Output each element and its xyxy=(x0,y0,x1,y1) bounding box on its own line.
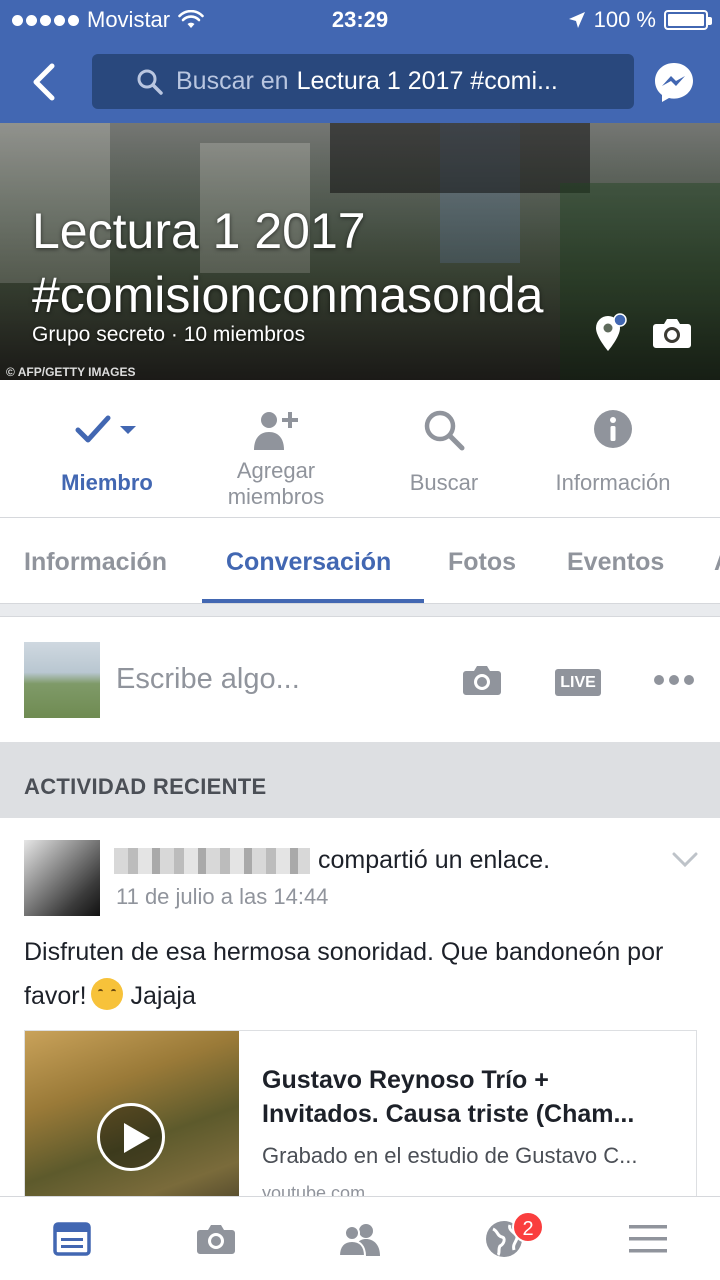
search-icon xyxy=(137,69,163,95)
play-icon[interactable] xyxy=(97,1103,165,1171)
notification-badge: 2 xyxy=(512,1211,544,1243)
photo-credit: © AFP/GETTY IMAGES xyxy=(6,365,136,379)
camera-icon xyxy=(197,1225,235,1254)
battery-percent: 100 % xyxy=(593,7,656,32)
bottom-nav: 2 xyxy=(0,1196,720,1280)
more-options-icon[interactable] xyxy=(654,675,694,685)
news-feed-icon xyxy=(53,1222,91,1256)
avatar[interactable] xyxy=(24,840,100,916)
tab-photos[interactable]: Fotos xyxy=(448,548,516,577)
top-bar: Movistar 23:29 100 % Buscar en Lectura 1… xyxy=(0,0,720,123)
camera-icon[interactable] xyxy=(652,317,692,349)
group-actions: Miembro Agregar miembros Buscar Informac… xyxy=(0,380,720,518)
search-label: Buscar xyxy=(409,470,479,495)
search-term: Lectura 1 2017 #comi... xyxy=(296,67,558,95)
post-timestamp[interactable]: 11 de julio a las 14:44 xyxy=(116,884,328,910)
tab-info[interactable]: Información xyxy=(24,548,167,577)
hamburger-menu-icon xyxy=(629,1225,667,1253)
info-icon xyxy=(594,410,632,448)
camera-icon[interactable] xyxy=(462,664,502,696)
back-arrow-icon[interactable] xyxy=(26,60,66,104)
member-button[interactable]: Miembro xyxy=(22,380,192,518)
tab-camera[interactable] xyxy=(144,1197,288,1280)
search-prefix: Buscar en xyxy=(176,67,289,95)
chevron-down-icon[interactable] xyxy=(672,852,698,868)
group-tabs: Información Conversación Fotos Eventos A xyxy=(0,518,720,604)
add-members-button[interactable]: Agregar miembros xyxy=(191,380,361,518)
author-name-redacted[interactable] xyxy=(114,847,310,874)
search-bar[interactable]: Buscar en Lectura 1 2017 #comi... xyxy=(92,54,634,109)
live-button[interactable]: LIVE xyxy=(555,669,601,696)
link-title[interactable]: Gustavo Reynoso Trío + Invitados. Causa … xyxy=(262,1063,678,1131)
feed-post: compartió un enlace. 11 de julio a las 1… xyxy=(0,818,720,1198)
messenger-icon[interactable] xyxy=(652,60,696,104)
checkmark-icon xyxy=(75,415,136,443)
recent-activity-header: ACTIVIDAD RECIENTE xyxy=(0,742,720,818)
group-cover[interactable]: Lectura 1 2017 #comisionconmasonda Grupo… xyxy=(0,123,720,380)
group-meta: Grupo secreto · 10 miembros xyxy=(32,323,306,346)
location-arrow-icon xyxy=(568,12,585,28)
info-button[interactable]: Información xyxy=(528,380,698,518)
tab-notifications[interactable]: 2 xyxy=(432,1197,576,1280)
video-thumbnail[interactable] xyxy=(25,1031,239,1198)
tab-more[interactable]: A xyxy=(714,548,720,577)
location-pin-icon[interactable] xyxy=(594,313,628,353)
status-bar: Movistar 23:29 100 % xyxy=(0,0,720,40)
tab-events[interactable]: Eventos xyxy=(567,548,664,577)
post-action: compartió un enlace. xyxy=(318,846,551,874)
avatar xyxy=(24,642,100,718)
search-group-button[interactable]: Buscar xyxy=(359,380,529,518)
tab-groups[interactable] xyxy=(288,1197,432,1280)
add-members-label: Agregar miembros xyxy=(227,458,325,509)
battery-icon xyxy=(664,10,712,30)
composer-input[interactable]: Escribe algo... xyxy=(116,663,300,696)
groups-icon xyxy=(338,1224,380,1256)
post-text: Disfruten de esa hermosa sonoridad. Que … xyxy=(24,938,664,1010)
tab-menu[interactable] xyxy=(576,1197,720,1280)
add-person-icon xyxy=(254,412,298,450)
search-icon xyxy=(424,410,465,451)
info-label: Información xyxy=(555,470,671,495)
member-label: Miembro xyxy=(61,470,153,495)
group-title: Lectura 1 2017 #comisionconmasonda xyxy=(32,203,544,323)
tab-conversation[interactable]: Conversación xyxy=(226,548,391,577)
post-composer: Escribe algo... LIVE xyxy=(0,616,720,742)
link-preview[interactable]: Gustavo Reynoso Trío + Invitados. Causa … xyxy=(24,1030,697,1198)
active-tab-indicator xyxy=(202,599,424,603)
tab-news-feed[interactable] xyxy=(0,1197,144,1280)
hug-emoji-icon xyxy=(90,978,123,1010)
link-description: Grabado en el estudio de Gustavo C... xyxy=(262,1143,638,1168)
